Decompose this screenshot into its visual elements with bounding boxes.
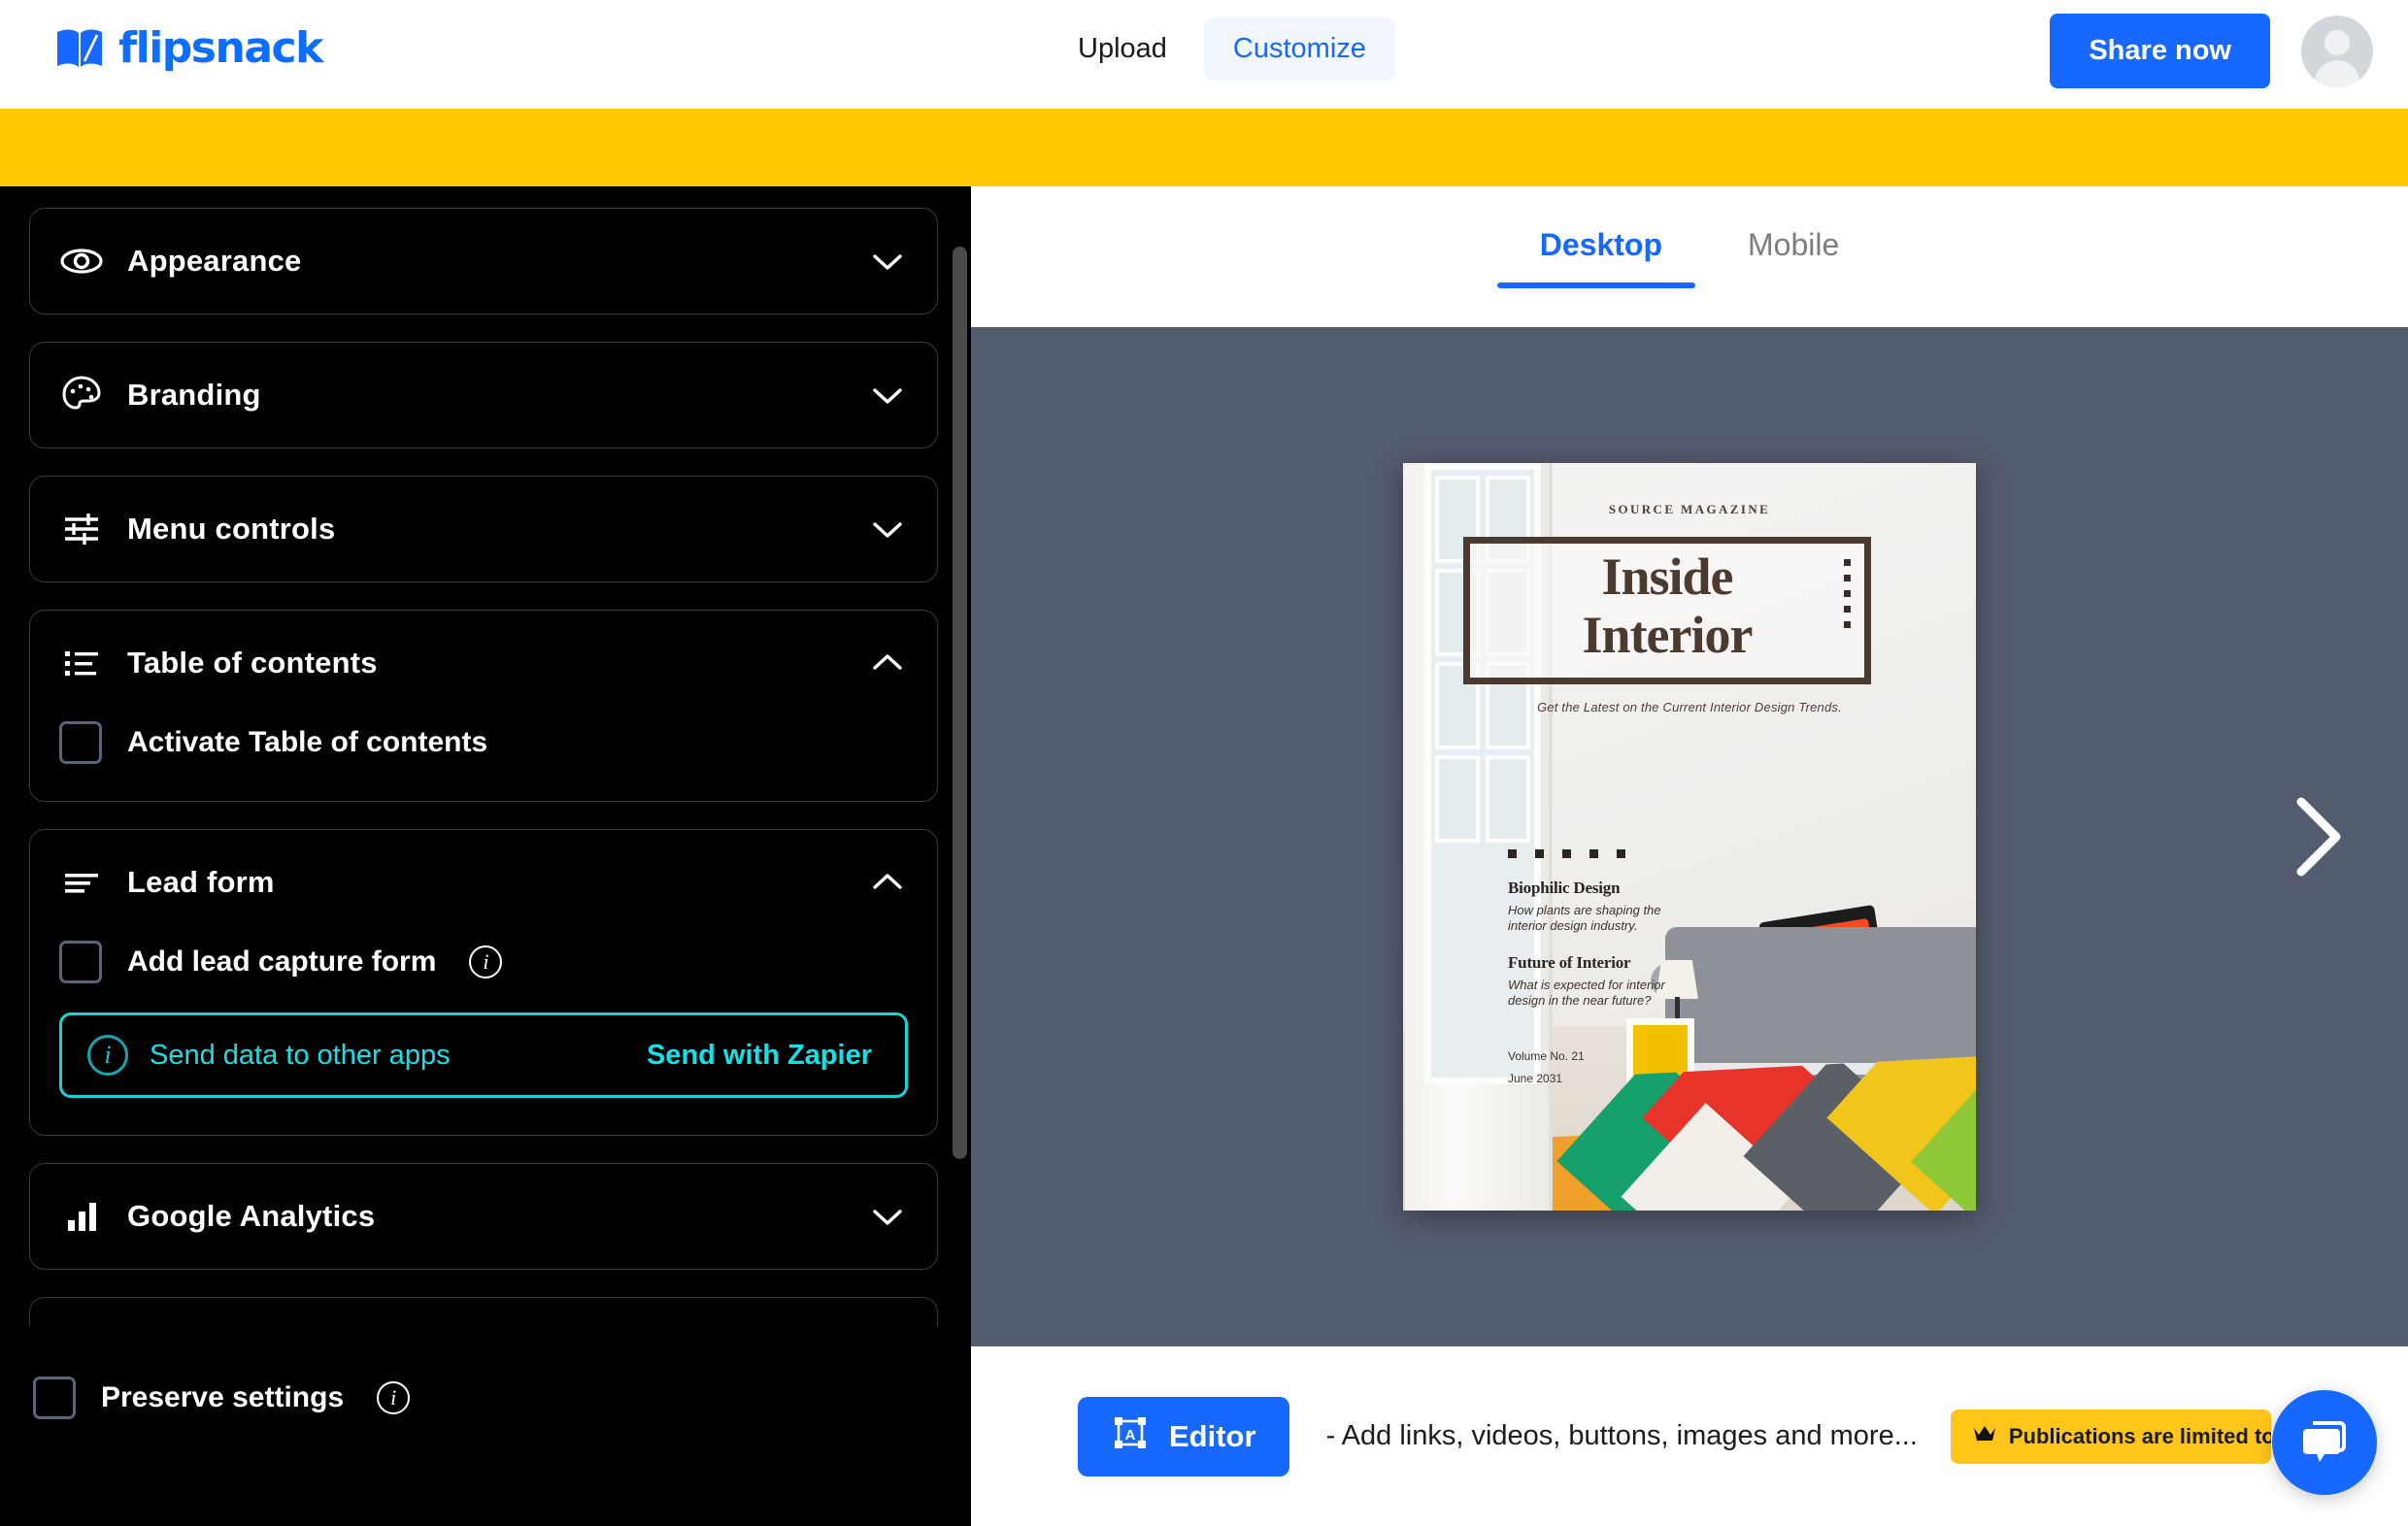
panel-menu-controls-header[interactable]: Menu controls (30, 477, 937, 581)
zapier-notice-text: Send data to other apps (150, 1040, 647, 1072)
top-bar: flipsnack Upload Customize Share now (0, 0, 2408, 109)
cover-article-body: What is expected for interior design in … (1508, 978, 1692, 1010)
top-bar-actions: Share now (2050, 14, 2373, 88)
cover-tagline: Get the Latest on the Current Interior D… (1403, 700, 1976, 714)
magazine-cover-preview[interactable]: SOURCE MAGAZINE Inside Interior Get the … (1403, 463, 1976, 1211)
panel-lead-form-title: Lead form (127, 865, 869, 900)
panel-lead-form-header[interactable]: Lead form (30, 830, 937, 935)
chat-bubble-icon[interactable] (2272, 1390, 2377, 1495)
panel-table-of-contents[interactable]: Table of contents Activate Table of cont… (29, 610, 938, 802)
panel-table-of-contents-title: Table of contents (127, 646, 869, 680)
cover-title-line-1: Inside (1470, 544, 1864, 602)
brand-name: flipsnack (118, 23, 322, 73)
preview-stage: SOURCE MAGAZINE Inside Interior Get the … (971, 327, 2408, 1346)
panel-branding-title: Branding (127, 378, 869, 413)
preserve-settings-row[interactable]: Preserve settings i (29, 1326, 938, 1419)
bottom-toolbar: A Editor - Add links, videos, buttons, i… (971, 1346, 2408, 1526)
cover-masthead: SOURCE MAGAZINE (1403, 502, 1976, 517)
cover-title-box: Inside Interior (1463, 537, 1871, 684)
chevron-down-icon[interactable] (869, 517, 906, 541)
cover-dots-vertical (1844, 559, 1851, 628)
activate-toc-label: Activate Table of contents (127, 726, 487, 759)
zapier-notice[interactable]: i Send data to other apps Send with Zapi… (59, 1012, 908, 1098)
cover-issue-info: Volume No. 21 June 2031 (1508, 1045, 1585, 1090)
sidebar-scrollbar-thumb[interactable] (953, 247, 967, 1159)
svg-text:A: A (1125, 1427, 1136, 1443)
add-lead-capture-label: Add lead capture form (127, 945, 436, 979)
chevron-right-icon[interactable] (2284, 788, 2352, 885)
panel-appearance-header[interactable]: Appearance (30, 209, 937, 314)
promo-banner-strip (0, 109, 2408, 186)
chevron-down-icon[interactable] (869, 383, 906, 407)
add-lead-capture-checkbox[interactable] (59, 941, 102, 983)
info-circle-icon: i (87, 1035, 128, 1076)
panel-lead-form[interactable]: Lead form Add lead capture form i i Send… (29, 829, 938, 1136)
top-nav: Upload Customize (1049, 17, 1395, 81)
panel-appearance[interactable]: Appearance (29, 208, 938, 315)
panel-menu-controls[interactable]: Menu controls (29, 476, 938, 582)
send-with-zapier-link[interactable]: Send with Zapier (647, 1040, 872, 1072)
add-lead-capture-row[interactable]: Add lead capture form i (59, 935, 908, 983)
palette-icon (59, 373, 104, 417)
chevron-down-icon[interactable] (869, 1205, 906, 1228)
sidebar-scroll-content: Appearance Branding (0, 186, 971, 1526)
panel-google-analytics[interactable]: Google Analytics (29, 1163, 938, 1270)
cover-volume: Volume No. 21 (1508, 1045, 1585, 1068)
customize-sidebar: Appearance Branding (0, 186, 971, 1526)
panel-table-of-contents-header[interactable]: Table of contents (30, 611, 937, 715)
cover-article-heading: Biophilic Design (1508, 879, 1692, 898)
text-frame-icon: A (1111, 1413, 1150, 1460)
next-panel-edge (29, 1297, 938, 1326)
activate-toc-row[interactable]: Activate Table of contents (59, 715, 908, 764)
chevron-down-icon[interactable] (869, 249, 906, 273)
share-now-button[interactable]: Share now (2050, 14, 2270, 88)
preserve-settings-checkbox[interactable] (33, 1377, 76, 1419)
editor-button-label: Editor (1169, 1419, 1256, 1454)
cover-article-body: How plants are shaping the interior desi… (1508, 903, 1692, 935)
flipsnack-customize-page: flipsnack Upload Customize Share now App… (0, 0, 2408, 1526)
cover-date: June 2031 (1508, 1068, 1585, 1090)
avatar[interactable] (2301, 16, 2373, 87)
publication-limit-badge[interactable]: Publications are limited to 4 pages (1951, 1410, 2271, 1464)
sliders-icon (59, 507, 104, 551)
tab-desktop[interactable]: Desktop (1497, 216, 1705, 288)
cover-title-line-2: Interior (1470, 602, 1864, 660)
form-lines-icon (59, 860, 104, 905)
flipsnack-book-icon (54, 26, 105, 71)
chevron-up-icon[interactable] (869, 871, 906, 894)
panel-branding[interactable]: Branding (29, 342, 938, 448)
panel-lead-form-body: Add lead capture form i i Send data to o… (30, 935, 937, 1135)
bottom-toolbar-hint: - Add links, videos, buttons, images and… (1326, 1420, 1918, 1452)
info-icon[interactable]: i (377, 1381, 410, 1414)
cover-dots-horizontal (1508, 849, 1625, 858)
preserve-settings-label: Preserve settings (101, 1381, 344, 1414)
crown-icon (1972, 1424, 1997, 1449)
brand-logo[interactable]: flipsnack (54, 23, 322, 73)
editor-button[interactable]: A Editor (1078, 1397, 1289, 1476)
eye-icon (59, 239, 104, 283)
preview-pane: Desktop Mobile (971, 186, 2408, 1526)
sidebar-scrollbar[interactable] (950, 186, 971, 1526)
list-icon (59, 641, 104, 685)
panel-appearance-title: Appearance (127, 244, 869, 279)
panel-menu-controls-title: Menu controls (127, 512, 869, 547)
bar-chart-icon (59, 1194, 104, 1239)
nav-item-customize[interactable]: Customize (1204, 17, 1395, 81)
cover-rug (1524, 1054, 1976, 1211)
info-icon[interactable]: i (469, 945, 502, 979)
panel-table-of-contents-body: Activate Table of contents (30, 715, 937, 801)
panel-google-analytics-title: Google Analytics (127, 1199, 869, 1234)
cover-article-list: Biophilic Design How plants are shaping … (1508, 879, 1692, 1027)
panel-branding-header[interactable]: Branding (30, 343, 937, 448)
cover-article-heading: Future of Interior (1508, 953, 1692, 973)
publication-limit-text: Publications are limited to 4 pages (2009, 1424, 2271, 1449)
preview-device-tabs: Desktop Mobile (971, 186, 2408, 327)
nav-item-upload[interactable]: Upload (1049, 17, 1196, 81)
activate-toc-checkbox[interactable] (59, 721, 102, 764)
chevron-up-icon[interactable] (869, 651, 906, 675)
panel-google-analytics-header[interactable]: Google Analytics (30, 1164, 937, 1269)
tab-mobile[interactable]: Mobile (1705, 216, 1882, 288)
